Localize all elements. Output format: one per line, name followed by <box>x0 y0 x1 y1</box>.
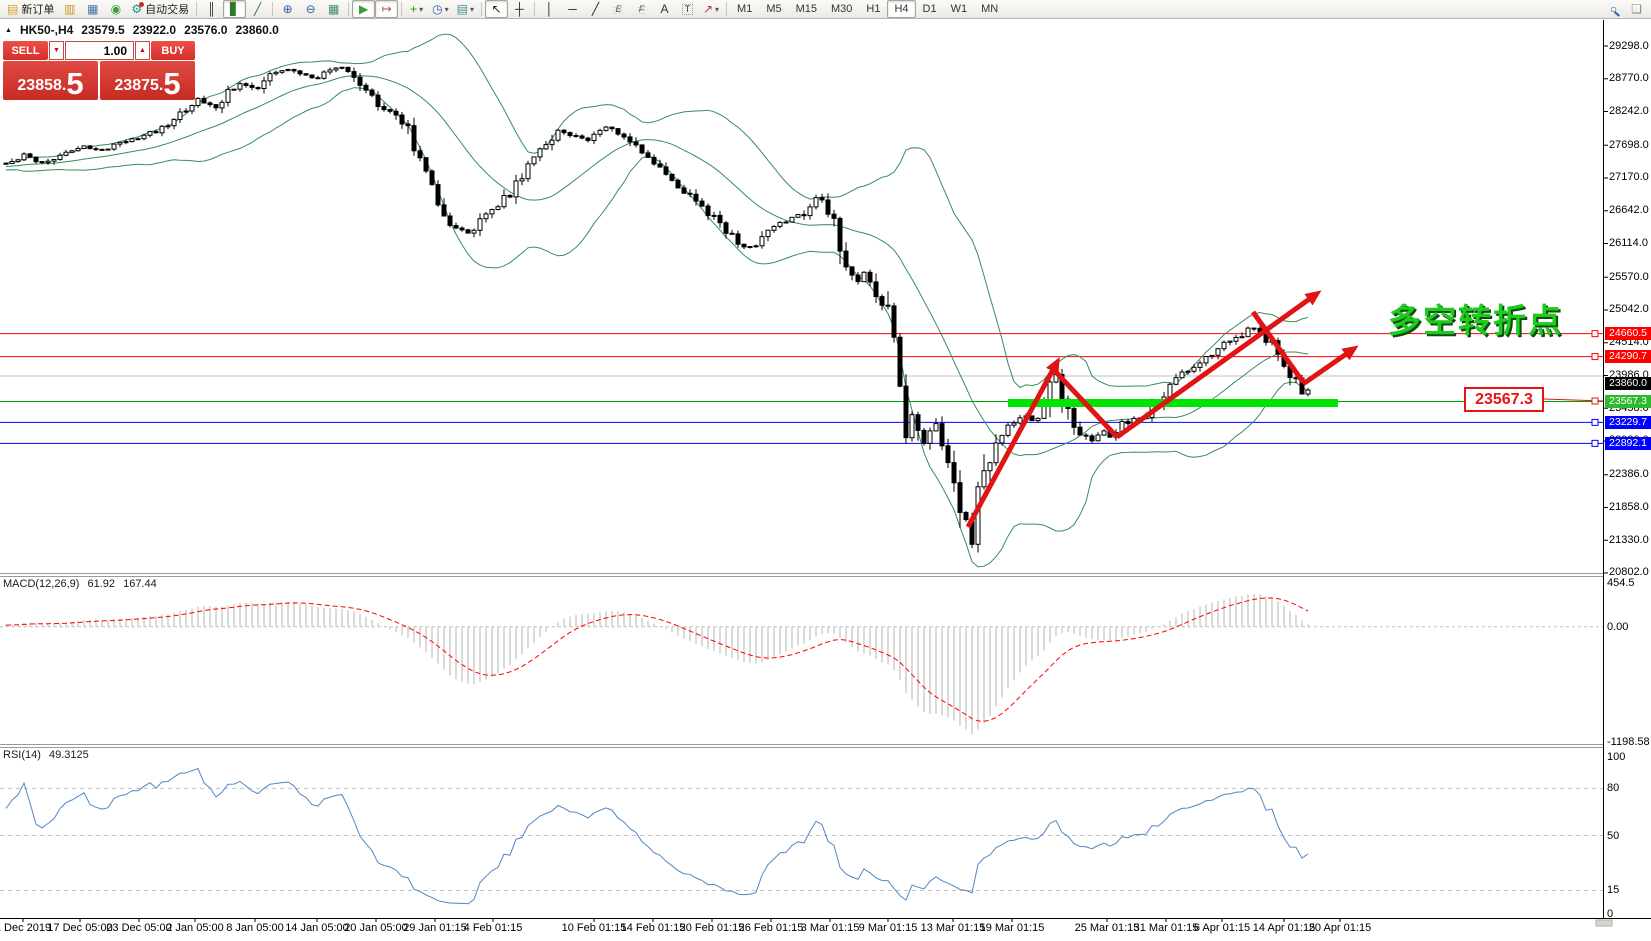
toolbar-separator <box>348 2 349 16</box>
rsi-value: 49.3125 <box>49 749 89 761</box>
tile-windows-icon[interactable]: ▦ <box>322 0 345 18</box>
auto-scroll-icon[interactable]: ▶ <box>352 0 375 18</box>
timeframe-h1[interactable]: H1 <box>859 0 887 18</box>
toolbar-separator <box>534 2 535 16</box>
quote-high: 23922.0 <box>133 23 176 37</box>
buy-price-button[interactable]: 23875.5 <box>100 61 195 100</box>
line-chart-icon[interactable]: ╱ <box>246 0 269 18</box>
horizontal-line-icon[interactable]: ─ <box>561 0 584 18</box>
quote-low: 23576.0 <box>184 23 227 37</box>
rsi-name: RSI(14) <box>3 749 41 761</box>
zoom-in-icon[interactable]: ⊕ <box>276 0 299 18</box>
timeframe-m5[interactable]: M5 <box>759 0 788 18</box>
cursor-icon[interactable]: ↖ <box>485 0 508 18</box>
chart-canvas[interactable] <box>0 0 1651 941</box>
timeframe-w1[interactable]: W1 <box>944 0 975 18</box>
templates-icon[interactable]: ▤▾ <box>453 0 478 18</box>
macd-label: MACD(12,26,9) 61.92 167.44 <box>3 578 162 590</box>
volume-down-button[interactable]: ▼ <box>49 41 64 60</box>
text-label-icon[interactable]: T <box>676 0 699 18</box>
trendline-icon[interactable]: ╱ <box>584 0 607 18</box>
buy-price-pip: 5 <box>163 71 180 97</box>
bar-chart-icon[interactable]: ║ <box>200 0 223 18</box>
axis-corner-grip <box>1596 920 1612 926</box>
symbol-period: HK50-,H4 <box>20 23 73 37</box>
indicators-icon[interactable]: +▾ <box>405 0 428 18</box>
buy-price-main: 23875. <box>114 78 163 94</box>
signals-icon[interactable]: ◉ <box>104 0 127 18</box>
quote-open: 23579.5 <box>81 23 124 37</box>
macd-histogram <box>6 594 1308 734</box>
quote-close: 23860.0 <box>235 23 278 37</box>
crosshair-icon[interactable]: ┼ <box>508 0 531 18</box>
text-icon[interactable]: A <box>653 0 676 18</box>
sell-button[interactable]: SELL <box>3 41 48 60</box>
macd-name: MACD(12,26,9) <box>3 578 79 590</box>
rsi-label: RSI(14) 49.3125 <box>3 749 94 761</box>
buy-button[interactable]: BUY <box>151 41 195 60</box>
chart-shift-icon[interactable]: ↦ <box>375 0 398 18</box>
macd-signal-line <box>6 598 1308 721</box>
main-chart-pane <box>0 34 1603 567</box>
toolbar-separator <box>196 2 197 16</box>
zoom-out-icon[interactable]: ⊖ <box>299 0 322 18</box>
toolbar-separator <box>481 2 482 16</box>
vertical-line-icon[interactable]: │ <box>538 0 561 18</box>
toolbar: ▤新订单▥▦◉⚙自动交易║▋╱⊕⊖▦▶↦+▾◷▾▤▾↖┼│─╱EFAT↗▾M1M… <box>0 0 1651 19</box>
volume-up-button[interactable]: ▲ <box>135 41 150 60</box>
toolbar-separator <box>272 2 273 16</box>
navigator-icon[interactable]: ▦ <box>81 0 104 18</box>
sell-price-button[interactable]: 23858.5 <box>3 61 98 100</box>
sell-price-main: 23858. <box>17 78 66 94</box>
timeframe-m30[interactable]: M30 <box>824 0 859 18</box>
macd-signal-value: 167.44 <box>123 578 157 590</box>
level-price-label: 23567.3 <box>1464 387 1544 412</box>
chat-icon[interactable]: ❏ <box>1625 0 1648 18</box>
timeframe-m15[interactable]: M15 <box>789 0 824 18</box>
quote-line: ▲ HK50-,H4 23579.5 23922.0 23576.0 23860… <box>5 23 279 37</box>
equidistant-channel-icon[interactable]: E <box>607 0 630 18</box>
timeframe-h4[interactable]: H4 <box>887 0 915 18</box>
symbol-collapse-icon[interactable]: ▲ <box>5 27 12 34</box>
macd-value: 61.92 <box>87 578 115 590</box>
sell-price-pip: 5 <box>66 71 83 97</box>
candlesticks <box>4 67 1310 553</box>
autotrading-button[interactable]: ⚙自动交易 <box>127 0 193 18</box>
search-icon[interactable]: ○ <box>1602 0 1625 18</box>
bollinger-bands <box>6 34 1308 567</box>
market-watch-icon[interactable]: ▥ <box>58 0 81 18</box>
arrows-icon[interactable]: ↗▾ <box>699 0 723 18</box>
candlestick-chart-icon[interactable]: ▋ <box>223 0 246 18</box>
volume-input[interactable] <box>65 41 134 60</box>
fibonacci-icon[interactable]: F <box>630 0 653 18</box>
support-highlight-bar <box>1008 399 1338 407</box>
timeframe-mn[interactable]: MN <box>974 0 1005 18</box>
new-order-button[interactable]: ▤新订单 <box>3 0 58 18</box>
turning-point-annotation: 多空转折点 <box>1388 294 1563 342</box>
timeframe-d1[interactable]: D1 <box>916 0 944 18</box>
rsi-pane <box>0 769 1603 904</box>
macd-pane <box>0 594 1603 734</box>
toolbar-separator <box>401 2 402 16</box>
periods-icon[interactable]: ◷▾ <box>428 0 453 18</box>
one-click-trading-panel: SELL ▼ ▲ BUY 23858.5 23875.5 <box>3 41 195 100</box>
toolbar-separator <box>726 2 727 16</box>
trend-arrows <box>968 295 1352 527</box>
timeframe-m1[interactable]: M1 <box>730 0 759 18</box>
